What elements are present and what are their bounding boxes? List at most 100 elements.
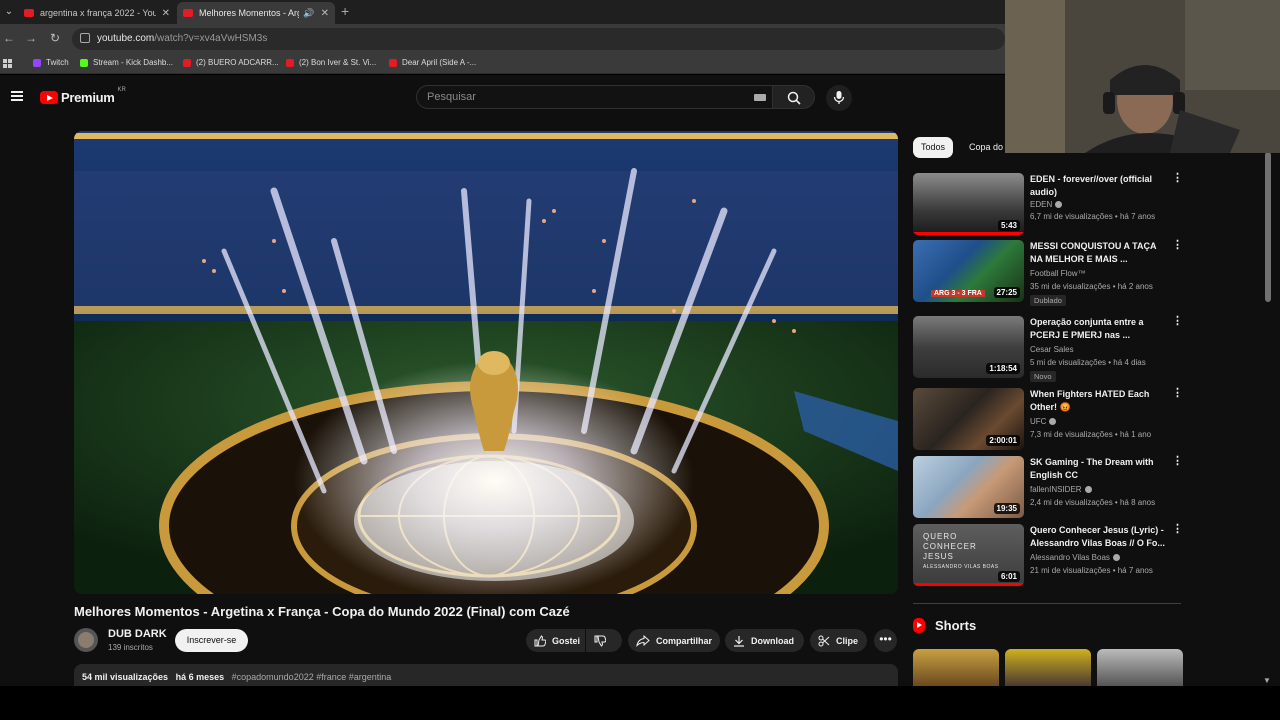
close-tab-icon[interactable]: ✕: [315, 8, 329, 19]
short-thumbnail[interactable]: [1097, 649, 1183, 686]
recommendation-channel: UFC: [1030, 417, 1057, 426]
upload-age: há 6 meses: [175, 672, 225, 682]
youtube-icon: [389, 58, 397, 67]
clip-button[interactable]: Clipe: [810, 629, 867, 652]
scroll-down-arrow-icon[interactable]: ▼: [1263, 676, 1271, 685]
short-thumbnail[interactable]: [1005, 649, 1091, 686]
webcam-overlay: [1005, 0, 1280, 153]
like-button[interactable]: Gostei: [526, 629, 585, 652]
tab-search-chevron-icon[interactable]: ⌄: [2, 4, 16, 20]
keyboard-icon[interactable]: [754, 94, 766, 101]
video-frame-fireworks-trophy: [74, 131, 898, 594]
chip-todos[interactable]: Todos: [913, 137, 954, 158]
more-vertical-icon[interactable]: ⋮: [1172, 173, 1183, 184]
channel-name[interactable]: DUB DARK: [108, 628, 167, 640]
chip-copa-do[interactable]: Copa do: [961, 137, 1011, 158]
speaker-icon[interactable]: 🔊: [303, 8, 314, 19]
tab-strip: ⌄ argentina x frança 2022 - YouTu ✕ Melh…: [0, 0, 1005, 24]
apps-grid-icon[interactable]: [3, 59, 12, 68]
bookmark-twitch[interactable]: Twitch: [33, 58, 69, 67]
verified-icon: [1112, 554, 1120, 561]
tab-argentina-franca[interactable]: argentina x frança 2022 - YouTu ✕: [18, 2, 176, 24]
recommendation-item[interactable]: 5:43 EDEN - forever//over (official audi…: [913, 173, 1183, 237]
thumbs-up-icon: [534, 634, 546, 646]
youtube-icon: [286, 58, 294, 67]
thumbnail-lyric-text: QUERO CONHECER JESUS ALESSANDRO VILAS BO…: [923, 532, 999, 570]
video-thumbnail[interactable]: QUERO CONHECER JESUS ALESSANDRO VILAS BO…: [913, 524, 1024, 586]
shorts-icon: [913, 618, 925, 633]
bookmark-bon-iver[interactable]: (2) Bon Iver & St. Vi...: [286, 58, 376, 67]
video-thumbnail[interactable]: 2:00:01: [913, 388, 1024, 450]
recommendation-item[interactable]: 19:35 SK Gaming - The Dream with English…: [913, 456, 1183, 520]
recommendation-item[interactable]: 2:00:01 When Fighters HATED Each Other! …: [913, 388, 1183, 452]
recommendation-meta: 7,3 mi de visualizações • há 1 ano: [1030, 430, 1152, 439]
recommendation-meta: 2,4 mi de visualizações • há 8 anos: [1030, 498, 1156, 507]
subscribe-button[interactable]: Inscrever-se: [175, 629, 248, 652]
recommendation-meta: 21 mi de visualizações • há 7 anos: [1030, 566, 1153, 575]
youtube-favicon-icon: [24, 9, 34, 17]
dislike-button[interactable]: [586, 629, 622, 652]
download-icon: [734, 635, 744, 647]
more-vertical-icon[interactable]: ⋮: [1172, 388, 1183, 399]
short-thumbnail[interactable]: [913, 649, 999, 686]
search-button[interactable]: [773, 85, 815, 109]
search-input[interactable]: Pesquisar: [416, 85, 773, 109]
recommendation-channel: Cesar Sales: [1030, 345, 1074, 354]
address-bar[interactable]: youtube.com/watch?v=xv4aVwHSM3s: [72, 28, 1005, 50]
back-arrow-icon[interactable]: ←: [1, 31, 17, 45]
bookmark-dear-april[interactable]: Dear April (Side A -...: [389, 58, 476, 67]
recommendation-channel: Football Flow™: [1030, 269, 1086, 278]
search-icon: [787, 91, 801, 105]
more-vertical-icon[interactable]: ⋮: [1172, 240, 1183, 251]
more-vertical-icon[interactable]: ⋮: [1172, 456, 1183, 467]
video-thumbnail[interactable]: 19:35: [913, 456, 1024, 518]
bookmark-buero[interactable]: (2) BUERO ADCARR...: [183, 58, 279, 67]
channel-avatar[interactable]: [74, 628, 98, 652]
tab-melhores-momentos[interactable]: Melhores Momentos - Arge 🔊 ✕: [177, 2, 335, 24]
video-thumbnail[interactable]: 5:43: [913, 173, 1024, 235]
recommendation-title: Quero Conhecer Jesus (Lyric) - Alessandr…: [1030, 525, 1165, 548]
forward-arrow-icon[interactable]: →: [23, 31, 39, 45]
kick-icon: [80, 58, 88, 67]
site-info-icon[interactable]: [80, 33, 90, 43]
share-button[interactable]: Compartilhar: [628, 629, 720, 652]
video-thumbnail[interactable]: ARG 3 - 3 FRA 27:25: [913, 240, 1024, 302]
more-vertical-icon[interactable]: ⋮: [1172, 316, 1183, 327]
more-actions-button[interactable]: •••: [874, 629, 897, 652]
navigation-bar: ← → ↻ youtube.com/watch?v=xv4aVwHSM3s: [0, 24, 1005, 54]
download-button[interactable]: Download: [725, 629, 804, 652]
duration-badge: 27:25: [993, 287, 1020, 298]
video-player[interactable]: [74, 131, 898, 594]
reload-icon[interactable]: ↻: [47, 31, 63, 45]
recommendation-item[interactable]: 1:18:54 Operação conjunta entre a PCERJ …: [913, 316, 1183, 382]
close-tab-icon[interactable]: ✕: [156, 8, 170, 19]
recommendation-channel: fallenINSIDER: [1030, 485, 1092, 494]
recommendation-item[interactable]: ARG 3 - 3 FRA 27:25 MESSI CONQUISTOU A T…: [913, 240, 1183, 306]
recommendation-meta: 6,7 mi de visualizações • há 7 anos: [1030, 212, 1156, 221]
tab-title: Melhores Momentos - Arge: [199, 8, 300, 18]
hashtags[interactable]: #copadomundo2022 #france #argentina: [232, 672, 392, 682]
video-thumbnail[interactable]: 1:18:54: [913, 316, 1024, 378]
url-text: youtube.com/watch?v=xv4aVwHSM3s: [97, 33, 268, 44]
bookmarks-bar: Twitch Stream - Kick Dashb... (2) BUERO …: [0, 54, 1005, 74]
recommendation-meta: 35 mi de visualizações • há 2 anos: [1030, 282, 1153, 291]
youtube-favicon-icon: [183, 9, 193, 17]
recommendation-title: EDEN - forever//over (official audio): [1030, 174, 1153, 197]
video-title: Melhores Momentos - Argetina x França - …: [74, 604, 570, 619]
microphone-icon: [833, 91, 845, 104]
recommendation-item[interactable]: QUERO CONHECER JESUS ALESSANDRO VILAS BO…: [913, 524, 1183, 588]
bookmark-kick[interactable]: Stream - Kick Dashb...: [80, 58, 173, 67]
duration-badge: 6:01: [997, 571, 1020, 582]
menu-icon[interactable]: [11, 91, 23, 101]
screen-bottom-bar: [0, 686, 1280, 720]
thumbs-down-icon: [594, 635, 606, 647]
new-badge: Novo: [1030, 371, 1056, 382]
more-vertical-icon[interactable]: ⋮: [1172, 524, 1183, 535]
new-tab-button[interactable]: +: [341, 3, 349, 19]
verified-icon: [1084, 486, 1092, 493]
duration-badge: 19:35: [993, 503, 1020, 514]
page-scrollbar[interactable]: [1265, 152, 1271, 302]
search-placeholder: Pesquisar: [427, 91, 476, 103]
youtube-premium-logo[interactable]: Premium KR: [40, 87, 126, 105]
voice-search-button[interactable]: [826, 85, 852, 111]
